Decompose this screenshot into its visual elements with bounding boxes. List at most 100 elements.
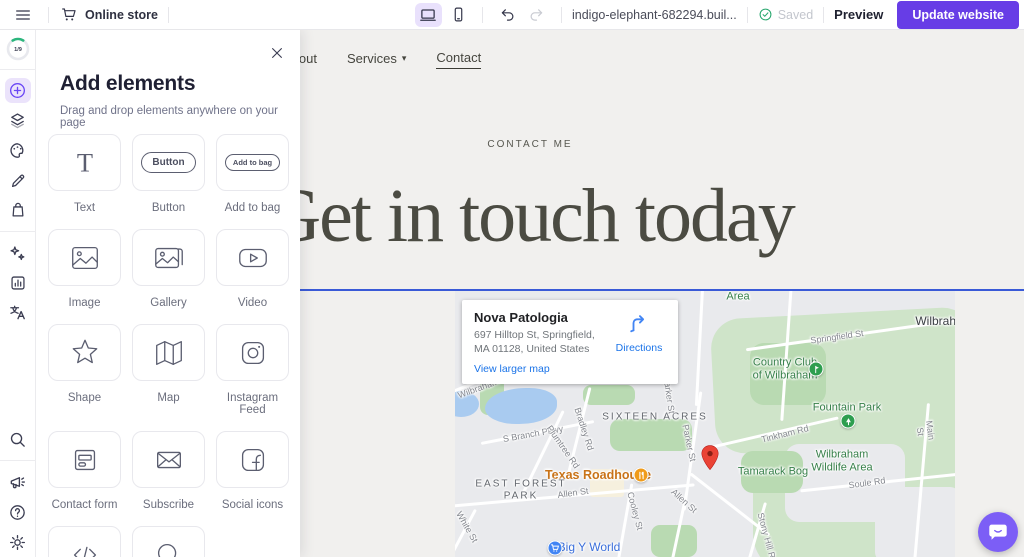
sidebar-item-settings[interactable]: [5, 530, 31, 555]
sidebar-item-ai-tools[interactable]: [5, 241, 31, 266]
map-label: Wilbraham Wildlife Area: [811, 448, 872, 473]
store-cart-marker[interactable]: [548, 541, 563, 556]
social-icons-icon: [236, 443, 270, 477]
add-elements-panel: Add elements Drag and drop elements anyw…: [36, 30, 300, 557]
golf-marker[interactable]: [809, 362, 824, 377]
mobile-view-button[interactable]: [445, 3, 472, 27]
map-label: Fountain Park: [813, 402, 881, 415]
undo-icon[interactable]: [499, 6, 516, 23]
svg-text:1/9: 1/9: [14, 47, 22, 53]
element-tile-social-icons[interactable]: Social icons: [216, 431, 289, 511]
shape-icon: [68, 336, 102, 370]
monitor-icon: [419, 6, 437, 24]
directions-button[interactable]: Directions: [610, 310, 668, 375]
builder-sidebar: 1/9: [0, 30, 36, 557]
nav-item-contact[interactable]: Contact: [436, 50, 481, 69]
sidebar-item-languages[interactable]: [5, 301, 31, 326]
element-tile-gallery[interactable]: Gallery: [132, 229, 205, 309]
sidebar-item-search[interactable]: [5, 427, 31, 452]
sidebar-item-sections[interactable]: [5, 108, 31, 133]
map-card-address: 697 Hilltop St, Springfield, MA 01128, U…: [474, 328, 610, 356]
element-tile-shape[interactable]: Shape: [48, 324, 121, 416]
sidebar-item-store[interactable]: [5, 198, 31, 223]
directions-label: Directions: [610, 342, 668, 354]
map-label: Main St: [913, 415, 938, 448]
online-store-button[interactable]: Online store: [61, 6, 158, 23]
divider: [168, 7, 169, 23]
element-tile-text[interactable]: T Text: [48, 134, 121, 214]
map-lake: [485, 388, 557, 424]
element-tile-video[interactable]: Video: [216, 229, 289, 309]
element-tile-embed-code[interactable]: [48, 526, 121, 557]
button-pill-icon: Button: [141, 152, 195, 173]
saved-status: Saved: [758, 7, 813, 22]
close-icon[interactable]: [267, 43, 287, 63]
element-label: Gallery: [132, 297, 205, 309]
topbar: Online store indigo-elephant-682294.buil…: [0, 0, 1024, 30]
map-label: Tamarack Bog: [738, 466, 808, 479]
red-pin[interactable]: [701, 444, 720, 471]
map-label: SIXTEEN ACRES: [602, 411, 707, 423]
divider: [823, 7, 824, 23]
map-card-title: Nova Patologia: [474, 310, 610, 325]
element-label: Contact form: [48, 499, 121, 511]
element-tile-search-bar[interactable]: [132, 526, 205, 557]
element-tile-instagram-feed[interactable]: Instagram Feed: [216, 324, 289, 416]
subscribe-icon: [152, 443, 186, 477]
element-label: Add to bag: [216, 202, 289, 214]
nav-item-services[interactable]: Services▾: [347, 51, 406, 69]
map-label: EAST FOREST PARK: [475, 479, 566, 502]
element-label: Button: [132, 202, 205, 214]
update-website-button[interactable]: Update website: [897, 1, 1019, 29]
check-circle-icon: [758, 7, 773, 22]
sidebar-item-styles[interactable]: [5, 138, 31, 163]
element-tile-contact-form[interactable]: Contact form: [48, 431, 121, 511]
text-icon: T: [68, 146, 102, 180]
desktop-view-button[interactable]: [415, 3, 442, 27]
restaurant-marker[interactable]: [634, 468, 649, 483]
divider: [561, 7, 562, 23]
map-park-green: [610, 419, 692, 451]
sidebar-item-help[interactable]: [5, 500, 31, 525]
site-domain[interactable]: indigo-elephant-682294.buil...: [572, 8, 737, 22]
chat-widget-button[interactable]: [978, 512, 1018, 552]
element-tile-image[interactable]: Image: [48, 229, 121, 309]
divider: [48, 7, 49, 23]
divider: [0, 69, 36, 70]
chat-icon: [987, 521, 1009, 543]
divider: [482, 7, 483, 23]
preview-button[interactable]: Preview: [834, 7, 883, 22]
element-tile-subscribe[interactable]: Subscribe: [132, 431, 205, 511]
sidebar-item-marketing[interactable]: [5, 470, 31, 495]
online-store-label: Online store: [85, 8, 158, 22]
divider: [0, 460, 36, 461]
saved-label: Saved: [778, 8, 813, 22]
element-tile-button[interactable]: Button Button: [132, 134, 205, 214]
panel-subtitle: Drag and drop elements anywhere on your …: [60, 105, 300, 129]
setup-progress-ring[interactable]: 1/9: [6, 37, 30, 61]
park-tree-marker[interactable]: [841, 414, 856, 429]
search-lg-icon: [152, 538, 186, 557]
sidebar-item-edit[interactable]: [5, 168, 31, 193]
google-map-embed[interactable]: AreaWilbrahamSpringfield StCountry Club …: [455, 291, 955, 557]
redo-icon[interactable]: [528, 6, 545, 23]
phone-icon: [450, 6, 467, 23]
image-icon: [68, 241, 102, 275]
instagram-icon: [236, 336, 270, 370]
sidebar-item-analytics[interactable]: [5, 271, 31, 296]
element-label: Social icons: [216, 499, 289, 511]
panel-title: Add elements: [60, 72, 300, 96]
add-to-bag-pill-icon: Add to bag: [225, 154, 280, 171]
map-label: Wilbraham: [915, 315, 955, 329]
element-label: Instagram Feed: [216, 392, 289, 416]
element-tile-map[interactable]: Map: [132, 324, 205, 416]
element-label: Text: [48, 202, 121, 214]
hamburger-menu-icon[interactable]: [14, 6, 32, 24]
element-tile-add-to-bag[interactable]: Add to bag Add to bag: [216, 134, 289, 214]
sidebar-item-add-elements[interactable]: [5, 78, 31, 103]
elements-grid: T Text Button Button Add to bag Add to bag Ima…: [48, 134, 289, 557]
gallery-icon: [152, 241, 186, 275]
map-info-card: Nova Patologia 697 Hilltop St, Springfie…: [462, 300, 678, 384]
view-larger-map-link[interactable]: View larger map: [474, 363, 610, 375]
svg-text:T: T: [76, 147, 92, 177]
